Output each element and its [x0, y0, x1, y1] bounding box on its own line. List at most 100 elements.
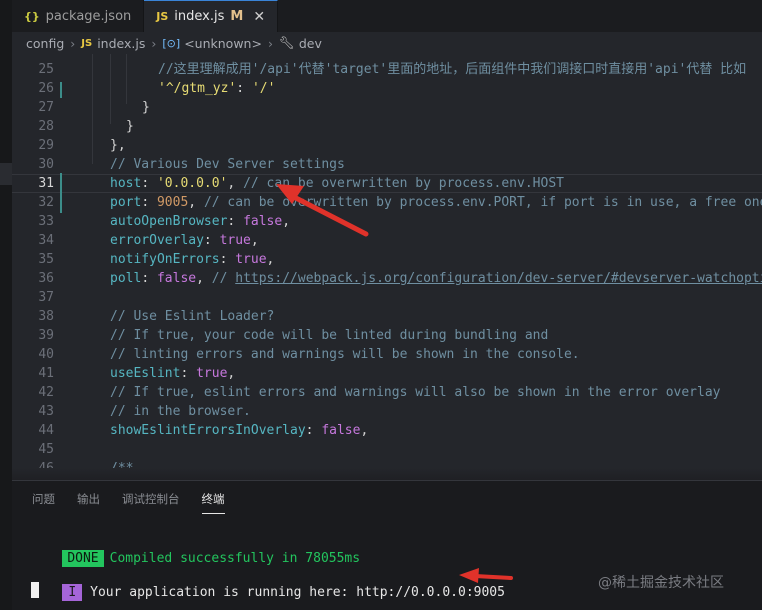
- indent-guide: [126, 54, 127, 104]
- tab-debug-console[interactable]: 调试控制台: [122, 491, 180, 514]
- info-badge: I: [62, 584, 83, 601]
- line-number: 26: [38, 81, 54, 96]
- line-number: 25: [38, 62, 54, 77]
- chevron-right-icon: ›: [151, 35, 157, 51]
- code-line: },: [110, 136, 126, 155]
- code-line: }: [142, 98, 150, 117]
- code-line: // in the browser.: [110, 402, 251, 421]
- annotation-arrow-icon: [459, 568, 513, 583]
- code-line: showEslintErrorsInOverlay: false,: [110, 423, 369, 438]
- comment: // in the browser.: [110, 404, 251, 419]
- property: port: [110, 195, 142, 210]
- boolean: false: [156, 271, 197, 286]
- line-number: 39: [38, 328, 54, 343]
- property: errorOverlay: [110, 233, 204, 248]
- line-number: 32: [38, 195, 54, 210]
- code-line: // Use Eslint Loader?: [110, 307, 274, 326]
- property: autoOpenBrowser: [110, 214, 228, 229]
- tab-bar: {} package.json JS index.js M ✕: [12, 0, 762, 32]
- terminal-line-info: I Your application is running here: http:…: [31, 564, 505, 601]
- property: notifyOnErrors: [110, 252, 220, 267]
- braces-icon: {}: [24, 9, 40, 23]
- chevron-right-icon: ›: [267, 35, 273, 51]
- code-line: // If true, your code will be linted dur…: [110, 326, 548, 345]
- code-line: useEslint: true,: [110, 366, 236, 381]
- boolean: false: [321, 423, 361, 438]
- breadcrumb-item-unknown[interactable]: <unknown>: [184, 36, 262, 51]
- boolean: true: [235, 252, 267, 267]
- string: '^/gtm_yz': [158, 81, 237, 96]
- code-line: // linting errors and warnings will be s…: [110, 345, 580, 364]
- breadcrumb-item-config[interactable]: config: [26, 36, 64, 51]
- breadcrumb: config › JS index.js › [⊙] <unknown> › 🔧…: [12, 32, 762, 54]
- line-number: 34: [38, 233, 54, 248]
- code-editor[interactable]: 25 26 27 28 29 30 31 32 33 34 35 36 37 3…: [12, 54, 762, 480]
- chevron-right-icon: ›: [70, 35, 76, 51]
- punctuation: }: [142, 100, 150, 115]
- line-number: 30: [38, 157, 54, 172]
- tab-package-json[interactable]: {} package.json: [12, 0, 145, 32]
- git-change-marker: [60, 82, 62, 98]
- terminal-line-done: DONE Compiled successfully in 78055ms: [31, 530, 360, 567]
- line-number: 28: [38, 119, 54, 134]
- code-line: }: [126, 117, 134, 136]
- line-number: 44: [38, 423, 54, 438]
- tab-output[interactable]: 输出: [77, 491, 100, 514]
- indent-guide: [110, 54, 111, 124]
- comment: // linting errors and warnings will be s…: [110, 347, 580, 362]
- line-number: 41: [38, 366, 54, 381]
- line-number: 37: [38, 290, 54, 305]
- line-number: 36: [38, 271, 54, 286]
- tab-problems[interactable]: 问题: [32, 491, 55, 514]
- breadcrumb-item-dev[interactable]: dev: [299, 36, 322, 51]
- code-line: notifyOnErrors: true,: [110, 252, 275, 267]
- boolean: true: [219, 233, 251, 248]
- scroll-shadow: [12, 468, 762, 480]
- boolean: true: [196, 366, 228, 381]
- wrench-icon: 🔧︎: [278, 35, 295, 50]
- modified-indicator: M: [230, 9, 244, 24]
- line-number: 42: [38, 385, 54, 400]
- line-number: 40: [38, 347, 54, 362]
- punctuation: },: [110, 138, 126, 153]
- running-message: Your application is running here: http:/…: [90, 585, 505, 600]
- line-number: 33: [38, 214, 54, 229]
- tab-label: index.js: [174, 9, 225, 24]
- comment: //: [211, 271, 236, 286]
- code-line: //这里理解成用'/api'代替'target'里面的地址，后面组件中我们调接口…: [158, 60, 746, 79]
- breadcrumb-item-file[interactable]: index.js: [97, 36, 145, 51]
- property: poll: [110, 271, 142, 286]
- tab-label: package.json: [45, 8, 132, 24]
- close-icon[interactable]: ✕: [253, 9, 265, 25]
- punctuation: }: [126, 119, 134, 134]
- activity-marker: [0, 163, 12, 185]
- comment-link[interactable]: https://webpack.js.org/configuration/dev…: [235, 271, 762, 286]
- activity-bar: [0, 0, 12, 610]
- comment: //这里理解成用'/api'代替'target'里面的地址，后面组件中我们调接口…: [158, 62, 747, 77]
- property: useEslint: [110, 366, 181, 381]
- line-number: 43: [38, 404, 54, 419]
- js-file-icon: JS: [81, 37, 93, 49]
- property: showEslintErrorsInOverlay: [110, 423, 306, 438]
- code-line: errorOverlay: true,: [110, 233, 259, 248]
- line-number: 27: [38, 100, 54, 115]
- watermark: @稀土掘金技术社区: [598, 575, 724, 591]
- line-number: 45: [38, 442, 54, 457]
- panel-tabs: 问题 输出 调试控制台 终端: [32, 491, 247, 514]
- symbol-icon: [⊙]: [162, 36, 181, 50]
- annotation-arrow-icon: [276, 184, 369, 237]
- line-number: 35: [38, 252, 54, 267]
- code-line: poll: false, // https://webpack.js.org/c…: [110, 269, 762, 288]
- bottom-panel: 问题 输出 调试控制台 终端 DONE Compiled successfully…: [12, 480, 762, 610]
- terminal-cursor: [31, 582, 39, 598]
- tab-terminal[interactable]: 终端: [201, 491, 225, 514]
- code-line: port: 9005, // can be overwritten by pro…: [110, 193, 762, 212]
- code-line: autoOpenBrowser: false,: [110, 214, 291, 229]
- js-file-icon: JS: [156, 10, 169, 23]
- git-change-marker: [60, 173, 62, 213]
- code-line: '^/gtm_yz': '/': [158, 81, 276, 96]
- tab-index-js[interactable]: JS index.js M ✕: [144, 0, 279, 32]
- string: '/': [251, 81, 276, 96]
- comment: // If true, eslint errors and warnings w…: [110, 385, 721, 400]
- line-number: 38: [38, 309, 54, 324]
